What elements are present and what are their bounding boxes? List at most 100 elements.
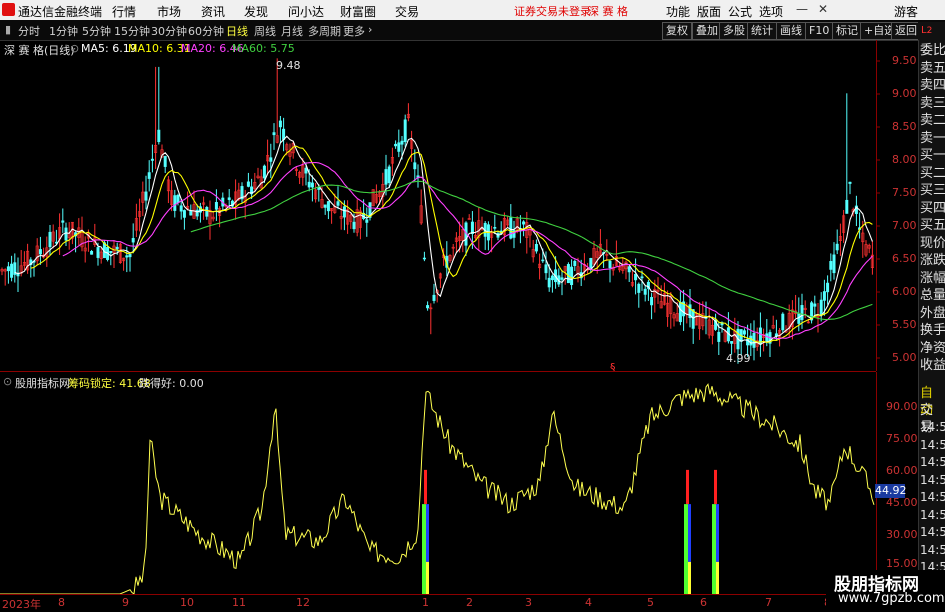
toolbar-grip-icon: ▮ bbox=[5, 23, 12, 36]
menu-item-formula[interactable]: 公式 bbox=[728, 3, 752, 20]
candle-body bbox=[90, 251, 94, 255]
chart-canvas[interactable] bbox=[0, 40, 918, 609]
app-title: 通达信金融终端 bbox=[18, 5, 103, 19]
candle-body bbox=[246, 181, 250, 187]
watermark-url: www.7gpzb.com bbox=[838, 591, 945, 606]
candle-body bbox=[749, 335, 753, 346]
indicator-tick: 15.00 bbox=[886, 557, 918, 570]
candle-body bbox=[10, 263, 14, 278]
menu-item-market[interactable]: 市场 bbox=[157, 3, 181, 20]
candle-body bbox=[832, 254, 836, 274]
chevron-right-icon[interactable]: › bbox=[368, 23, 372, 36]
menu-item-layout[interactable]: 版面 bbox=[697, 3, 721, 20]
guest-label[interactable]: 游客 bbox=[894, 3, 918, 20]
tab-period-60min[interactable]: 60分钟 bbox=[188, 23, 224, 39]
candle-body bbox=[352, 221, 356, 230]
candle-body bbox=[822, 291, 826, 301]
price-tick: 8.50 bbox=[892, 120, 917, 133]
back-button[interactable]: 返回 bbox=[891, 22, 921, 40]
candle-body bbox=[797, 313, 801, 324]
tab-period-daily[interactable]: 日线 bbox=[226, 23, 248, 39]
trade-time: 14:56 bbox=[920, 455, 945, 469]
candle-body bbox=[278, 120, 282, 128]
menu-item-wealth[interactable]: 财富圈 bbox=[340, 3, 376, 20]
quote-panel-trade: 自动交易14:5614:5614:5614:5614:5614:5614:561… bbox=[918, 385, 945, 577]
price-tick: 9.00 bbox=[892, 87, 917, 100]
quote-field-label: 净资 bbox=[920, 340, 945, 356]
quote-field-label: 买一 bbox=[920, 148, 945, 163]
draw-line-button[interactable]: 画线 bbox=[776, 22, 806, 40]
indicator-tick: 75.00 bbox=[886, 432, 918, 445]
indicator-value-drop: 跌得好: 0.00 bbox=[139, 377, 204, 390]
candle-body bbox=[819, 299, 823, 316]
minimize-icon[interactable]: — bbox=[796, 2, 808, 16]
indicator-name[interactable]: 股朋指标网 bbox=[15, 375, 70, 391]
candle-body bbox=[765, 333, 769, 343]
event-marker-icon[interactable]: § bbox=[610, 361, 616, 374]
candle-body bbox=[342, 206, 346, 218]
date-tick: 1 bbox=[422, 596, 429, 609]
tab-period-multi[interactable]: 多周期 bbox=[308, 23, 341, 39]
close-icon[interactable]: ✕ bbox=[818, 2, 828, 16]
candle-body bbox=[384, 169, 388, 185]
candle-body bbox=[128, 254, 132, 258]
menu-item-options[interactable]: 选项 bbox=[759, 3, 783, 20]
menu-item-function[interactable]: 功能 bbox=[666, 3, 690, 20]
signal-bar-yellow bbox=[688, 561, 691, 594]
trade-time: 14:56 bbox=[920, 437, 945, 452]
statistics-button[interactable]: 统计 bbox=[747, 22, 777, 40]
tab-period-1min[interactable]: 1分钟 bbox=[49, 23, 78, 39]
candle-body bbox=[550, 275, 554, 281]
candle-body bbox=[323, 204, 327, 208]
candle-body bbox=[835, 243, 839, 251]
login-status[interactable]: 证券交易未登录 bbox=[514, 3, 591, 19]
menu-item-quotes[interactable]: 行情 bbox=[112, 3, 136, 20]
quote-field-label: 收益 bbox=[920, 358, 945, 373]
candle-body bbox=[176, 194, 180, 204]
tab-period-more[interactable]: 更多 bbox=[343, 23, 365, 39]
price-tick: 6.00 bbox=[892, 285, 917, 298]
candle-body bbox=[195, 209, 199, 217]
candle-body bbox=[163, 156, 167, 167]
candle-body bbox=[848, 181, 852, 184]
ma60-line bbox=[190, 180, 873, 321]
menu-item-trade[interactable]: 交易 bbox=[395, 3, 419, 20]
pane-divider[interactable] bbox=[0, 371, 876, 372]
indicator-settings-icon[interactable]: ⊙ bbox=[3, 375, 12, 388]
signal-bar-red bbox=[686, 469, 689, 505]
tab-period-30min[interactable]: 30分钟 bbox=[151, 23, 187, 39]
quote-field-label: 卖三 bbox=[920, 95, 945, 111]
tab-period-5min[interactable]: 5分钟 bbox=[82, 23, 111, 39]
candle-body bbox=[573, 260, 577, 267]
current-stock-title: 深 赛 格 bbox=[588, 5, 628, 18]
menu-item-news[interactable]: 资讯 bbox=[201, 3, 225, 20]
indicator-chart bbox=[0, 383, 875, 595]
candle-body bbox=[643, 288, 647, 295]
menu-item-ask[interactable]: 问小达 bbox=[288, 3, 324, 20]
tab-period-15min[interactable]: 15分钟 bbox=[114, 23, 150, 39]
tab-period-weekly[interactable]: 周线 bbox=[254, 23, 276, 39]
tab-period-monthly[interactable]: 月线 bbox=[281, 23, 303, 39]
quote-field-label: 买五 bbox=[920, 218, 945, 233]
price-tick: 7.00 bbox=[892, 219, 917, 232]
tab-period-fenshi[interactable]: 分时 bbox=[18, 23, 40, 39]
candle-body bbox=[282, 128, 286, 140]
menu-item-discover[interactable]: 发现 bbox=[244, 3, 268, 20]
candle-body bbox=[570, 266, 574, 286]
trade-panel-label[interactable]: 自动 bbox=[918, 385, 945, 418]
candle-body bbox=[422, 257, 426, 260]
multi-stock-button[interactable]: 多股 bbox=[719, 22, 749, 40]
date-tick: 6 bbox=[700, 596, 707, 609]
candle-body bbox=[566, 264, 570, 284]
candle-body bbox=[96, 247, 100, 258]
date-axis bbox=[0, 594, 918, 610]
restore-rights-button[interactable]: 复权 bbox=[662, 22, 692, 40]
mark-button[interactable]: 标记 bbox=[832, 22, 862, 40]
signal-bar-blue bbox=[716, 504, 719, 562]
candle-body bbox=[547, 277, 551, 288]
f10-button[interactable]: F10 bbox=[805, 22, 834, 40]
overlay-button[interactable]: 叠加 bbox=[692, 22, 722, 40]
trade-panel-label[interactable]: 交易 bbox=[918, 402, 945, 435]
quote-panel-labels: 委比 卖五 卖四 卖三 卖二 卖一 买一 买二 买三 买四 买五 现价 涨跌 涨幅 总量 外盘 换手 净资 收益 bbox=[918, 42, 945, 375]
candle-body bbox=[157, 129, 161, 143]
